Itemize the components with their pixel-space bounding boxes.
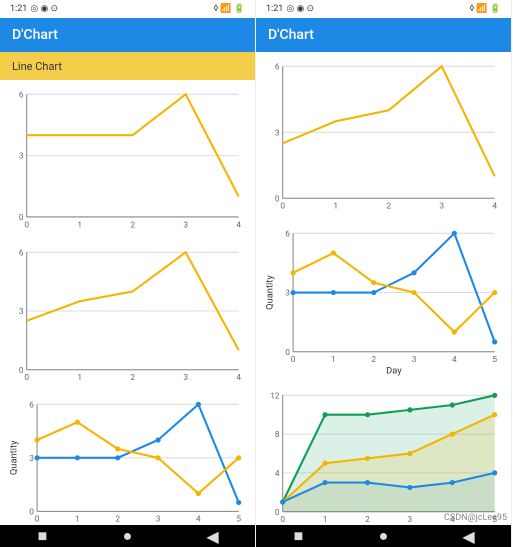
chart-0: 0 3 6 0 1 2 3 4 [8, 84, 247, 236]
svg-text:2: 2 [371, 355, 376, 365]
chart-4: 0 3 6 0 1 2 3 4 5 Quantity Day [264, 223, 503, 379]
svg-text:Quantity: Quantity [264, 275, 275, 310]
nav-back-button[interactable]: ◀ [464, 531, 474, 541]
svg-text:1: 1 [323, 515, 328, 525]
chart-3: 0 3 6 0 1 2 3 4 [264, 56, 503, 217]
svg-text:0: 0 [29, 507, 34, 517]
left-charts-container: 0 3 6 0 1 2 3 4 0 3 6 0 1 2 3 4 0 3 6 0 1 2 3 4 5 Quantity [0, 80, 255, 525]
section-header: Line Chart [0, 52, 255, 80]
svg-text:0: 0 [280, 202, 285, 212]
nav-home-button[interactable]: ● [123, 531, 133, 541]
svg-text:8: 8 [275, 430, 280, 440]
svg-text:2: 2 [130, 373, 135, 383]
svg-text:0: 0 [19, 213, 24, 223]
svg-text:3: 3 [29, 454, 34, 464]
android-navbar: ■ ● ◀ [256, 525, 511, 547]
svg-text:1: 1 [77, 220, 82, 230]
svg-text:1: 1 [333, 202, 338, 212]
svg-text:4: 4 [492, 202, 497, 212]
nav-recents-button[interactable]: ■ [294, 531, 304, 541]
svg-text:6: 6 [285, 229, 290, 239]
svg-text:2: 2 [386, 202, 391, 212]
nav-home-button[interactable]: ● [379, 531, 389, 541]
svg-text:3: 3 [19, 152, 24, 162]
chart-5: 04812012345 [264, 385, 503, 525]
right-phone: 1:21◎ ◉ ⊙ ◊ 📶 🔋 D'Chart 03601234 0360123… [256, 0, 512, 547]
svg-text:6: 6 [29, 400, 34, 410]
svg-text:5: 5 [492, 355, 497, 365]
svg-text:2: 2 [130, 220, 135, 230]
svg-text:6: 6 [19, 90, 24, 100]
svg-text:0: 0 [19, 365, 24, 375]
svg-text:0: 0 [291, 355, 296, 365]
status-bar: 1:21◎ ◉ ⊙ ◊ 📶 🔋 [0, 0, 255, 18]
svg-text:2: 2 [115, 515, 120, 525]
svg-text:3: 3 [439, 202, 444, 212]
svg-text:3: 3 [275, 128, 280, 138]
svg-text:0: 0 [285, 348, 290, 358]
svg-text:2: 2 [365, 515, 370, 525]
svg-text:4: 4 [275, 469, 280, 479]
watermark: CSDN@jcLee95 [444, 513, 507, 523]
nav-recents-button[interactable]: ■ [38, 531, 48, 541]
svg-text:Day: Day [386, 365, 402, 376]
nav-back-button[interactable]: ◀ [208, 531, 218, 541]
svg-text:0: 0 [275, 507, 280, 517]
svg-text:3: 3 [19, 307, 24, 317]
svg-text:0: 0 [280, 515, 285, 525]
app-title: D'Chart [268, 27, 314, 43]
svg-text:5: 5 [236, 515, 241, 525]
app-title: D'Chart [12, 27, 58, 43]
status-right-icons: ◊ 📶 🔋 [214, 4, 245, 14]
svg-text:6: 6 [275, 62, 280, 72]
svg-text:0: 0 [275, 194, 280, 204]
svg-text:3: 3 [408, 515, 413, 525]
chart-2: 0 3 6 0 1 2 3 4 5 Quantity [8, 394, 247, 525]
svg-text:6: 6 [19, 248, 24, 258]
status-time: 1:21 [10, 4, 27, 14]
status-left-icons: ◎ ◉ ⊙ [30, 4, 58, 14]
svg-text:12: 12 [270, 391, 280, 401]
svg-text:4: 4 [452, 355, 457, 365]
svg-text:3: 3 [285, 289, 290, 299]
app-bar: D'Chart [256, 18, 511, 52]
svg-text:4: 4 [236, 373, 241, 383]
svg-text:4: 4 [196, 515, 201, 525]
svg-text:0: 0 [35, 515, 40, 525]
svg-text:3: 3 [156, 515, 161, 525]
svg-text:3: 3 [183, 220, 188, 230]
svg-text:3: 3 [183, 373, 188, 383]
left-phone: 1:21◎ ◉ ⊙ ◊ 📶 🔋 D'Chart Line Chart 0 3 6 0 1… [0, 0, 256, 547]
svg-text:0: 0 [24, 220, 29, 230]
section-label: Line Chart [12, 60, 62, 73]
status-left-icons: ◎ ◉ ⊙ [286, 4, 314, 14]
status-bar: 1:21◎ ◉ ⊙ ◊ 📶 🔋 [256, 0, 511, 18]
svg-text:1: 1 [331, 355, 336, 365]
svg-text:0: 0 [24, 373, 29, 383]
chart-1: 0 3 6 0 1 2 3 4 [8, 242, 247, 388]
android-navbar: ■ ● ◀ [0, 525, 255, 547]
svg-text:3: 3 [412, 355, 417, 365]
svg-text:1: 1 [75, 515, 80, 525]
right-charts-container: 03601234 036012345QuantityDay 0481201234… [256, 52, 511, 525]
status-right-icons: ◊ 📶 🔋 [470, 4, 501, 14]
svg-text:Quantity: Quantity [8, 440, 19, 475]
status-time: 1:21 [266, 4, 283, 14]
svg-text:4: 4 [236, 220, 241, 230]
app-bar: D'Chart [0, 18, 255, 52]
svg-text:1: 1 [77, 373, 82, 383]
